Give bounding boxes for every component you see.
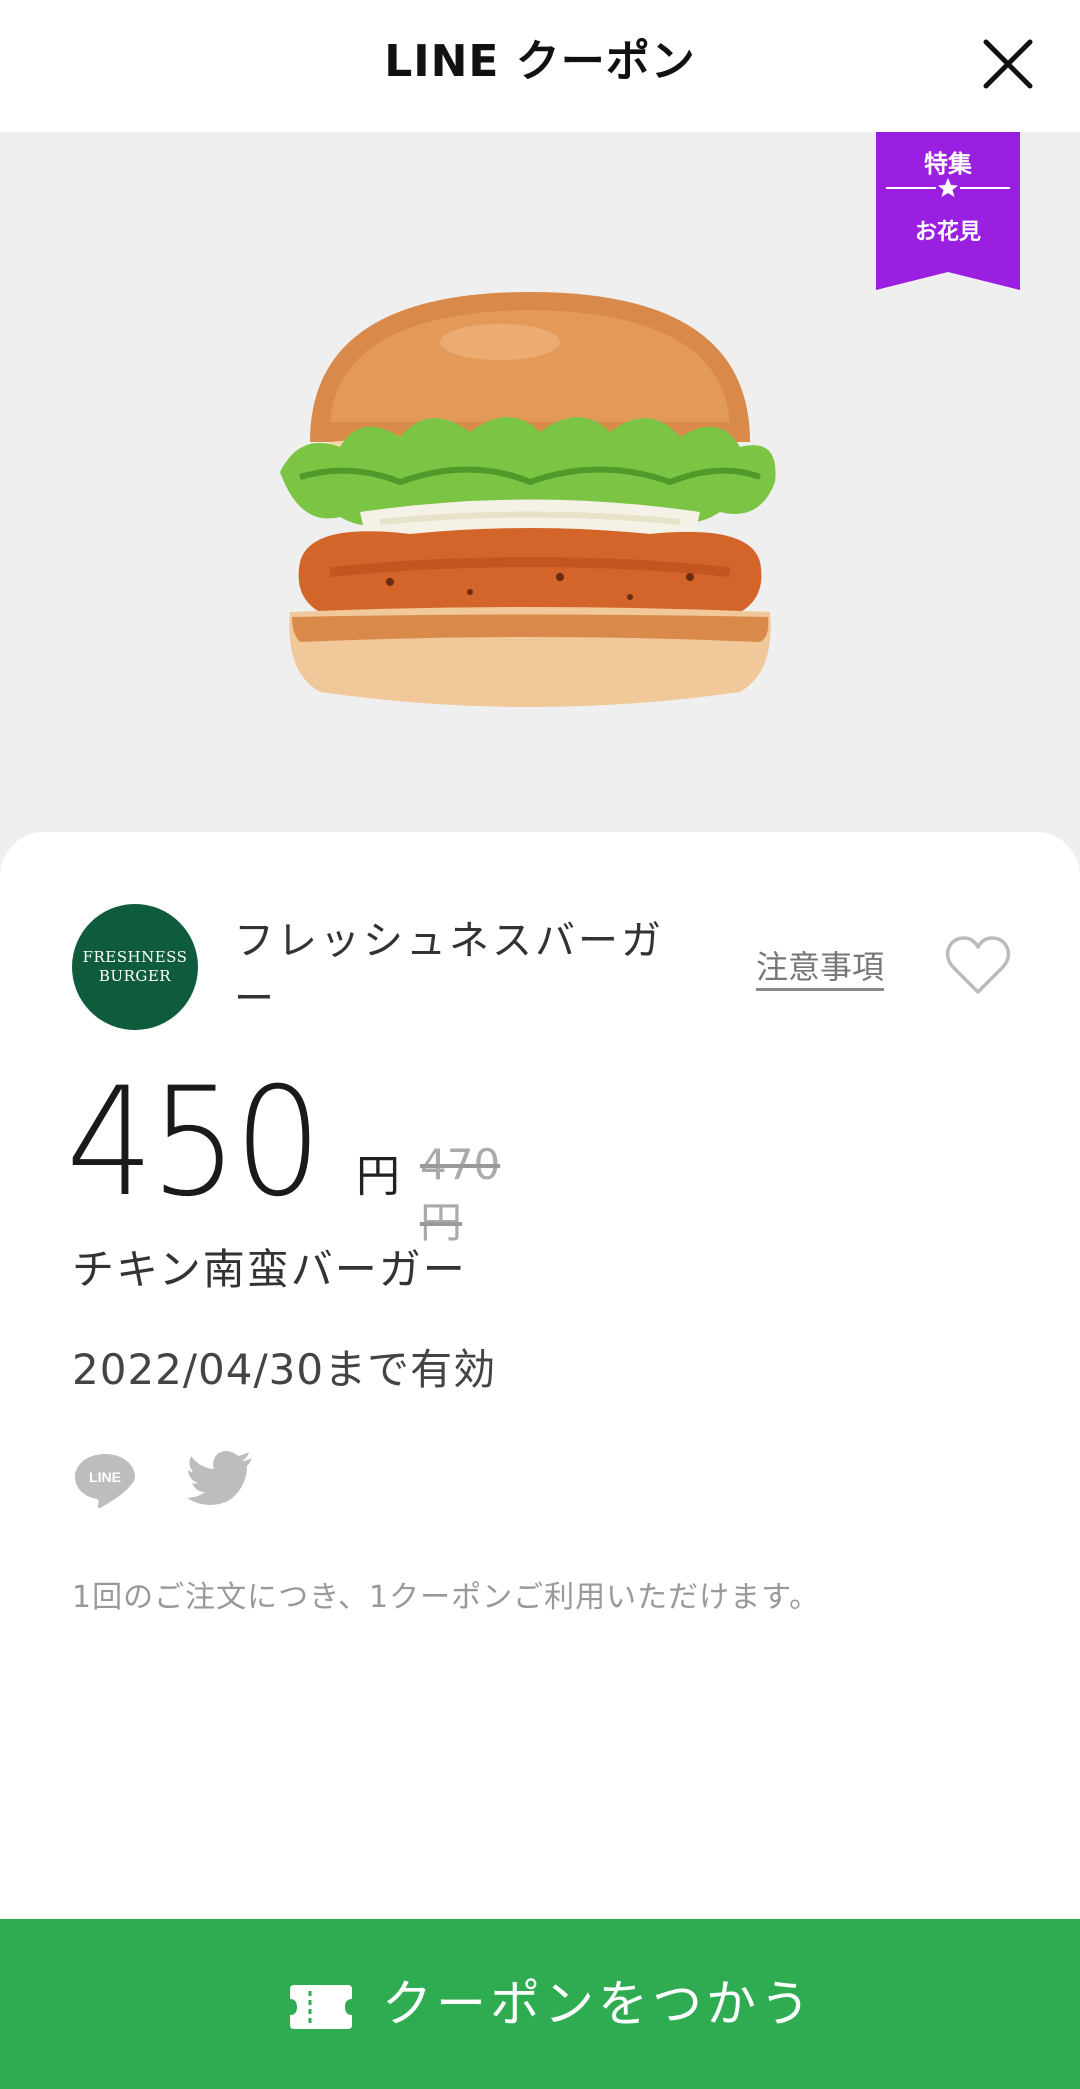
share-twitter-button[interactable] xyxy=(186,1450,256,1510)
price-unit: 円 xyxy=(356,1151,400,1202)
twitter-icon xyxy=(187,1451,252,1505)
header-title: LINE クーポン xyxy=(384,36,696,87)
notes-link[interactable]: 注意事項 xyxy=(756,942,884,988)
brand-name: フレッシュネスバーガー xyxy=(234,918,664,1022)
brand-logo-line2: BURGER xyxy=(98,967,172,985)
star-icon xyxy=(886,178,1010,197)
close-icon xyxy=(983,39,1033,89)
brand-logo: FRESHNESS BURGER xyxy=(72,904,198,1030)
burger-photo xyxy=(280,292,776,707)
validity-date: 2022/04/30まで有効 xyxy=(72,1345,497,1394)
coupon-price: 450 xyxy=(66,1056,322,1230)
heart-icon xyxy=(945,936,1011,994)
use-coupon-label: クーポンをつかう xyxy=(382,1975,814,2033)
favorite-button[interactable] xyxy=(944,934,1012,998)
close-button[interactable] xyxy=(970,26,1046,102)
share-line-button[interactable]: LINE xyxy=(72,1450,138,1510)
use-coupon-button[interactable]: クーポンをつかう xyxy=(0,1919,1080,2089)
ribbon-title: 特集 xyxy=(924,150,972,178)
line-icon: LINE xyxy=(75,1454,135,1509)
feature-ribbon[interactable]: 特集 お花見 xyxy=(876,132,1020,290)
usage-notice: 1回のご注文につき、1クーポンご利用いただけます。 xyxy=(72,1580,821,1615)
coupon-card: FRESHNESS BURGER フレッシュネスバーガー 注意事項 450 円 … xyxy=(0,832,1080,2089)
ticket-icon xyxy=(290,1985,352,2029)
app-header: LINE クーポン xyxy=(0,0,1080,132)
ribbon-subtitle: お花見 xyxy=(914,220,981,245)
line-icon-label: LINE xyxy=(89,1469,121,1485)
original-price: 470円 xyxy=(420,1140,501,1247)
brand-logo-line1: FRESHNESS xyxy=(82,948,188,966)
product-name: チキン南蛮バーガー xyxy=(72,1245,467,1294)
